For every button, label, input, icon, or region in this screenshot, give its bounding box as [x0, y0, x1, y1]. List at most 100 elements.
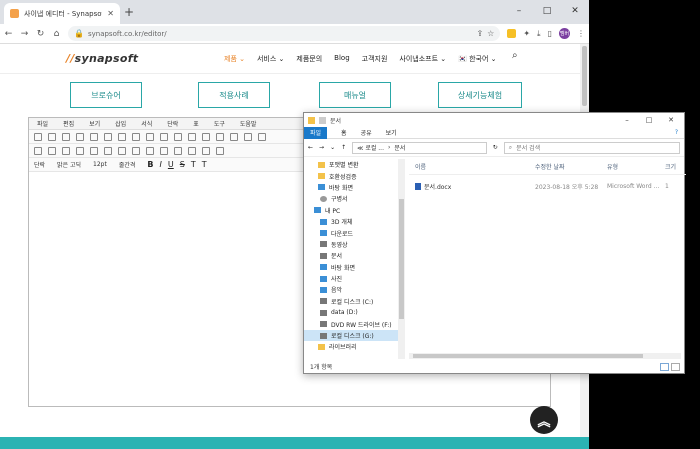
- scroll-to-top-button[interactable]: ︽: [530, 406, 558, 434]
- hscroll-thumb[interactable]: [413, 354, 643, 358]
- cases-button[interactable]: 적용사례: [198, 82, 270, 108]
- large-icons-view-icon[interactable]: [671, 363, 680, 371]
- preview-icon[interactable]: [104, 132, 112, 141]
- nav-item[interactable]: 로컬 디스크 (C:): [304, 296, 398, 307]
- feature-demo-button[interactable]: 상세기능체험: [438, 82, 522, 108]
- extension-icon[interactable]: [507, 29, 517, 38]
- nav-item[interactable]: 다운로드: [304, 227, 398, 238]
- indent-icon[interactable]: [146, 146, 154, 155]
- nav-item[interactable]: DVD RW 드라이브 (F:): [304, 318, 398, 329]
- outdent-icon[interactable]: [132, 146, 140, 155]
- underline-button[interactable]: U: [168, 160, 174, 169]
- col-date[interactable]: 수정한 날짜: [535, 162, 607, 171]
- home-icon[interactable]: ⌂: [52, 29, 61, 39]
- paragraph-style-select[interactable]: 단락: [34, 160, 51, 169]
- menu-paragraph[interactable]: 단락: [167, 119, 178, 128]
- open-icon[interactable]: [48, 132, 56, 141]
- nav-item[interactable]: 음악: [304, 284, 398, 295]
- nav-item[interactable]: 라이브러리: [304, 341, 398, 352]
- nav-item[interactable]: 바탕 화면: [304, 262, 398, 273]
- explorer-minimize-button[interactable]: –: [616, 113, 638, 126]
- nav-item[interactable]: 호환성검증: [304, 170, 398, 181]
- nav-scrollbar[interactable]: [398, 159, 405, 359]
- maximize-button[interactable]: □: [533, 0, 561, 22]
- explorer-forward-icon[interactable]: →: [319, 144, 324, 151]
- share-icon[interactable]: ⇪: [476, 29, 483, 38]
- profile-avatar[interactable]: 멤버: [559, 28, 570, 39]
- menu-help[interactable]: 도움말: [240, 119, 257, 128]
- download-icon[interactable]: ⤓: [537, 29, 541, 39]
- align-left-icon[interactable]: [76, 146, 84, 155]
- save-icon[interactable]: [62, 132, 70, 141]
- nav-scroll-thumb[interactable]: [399, 199, 404, 319]
- ribbon-tab-view[interactable]: 보기: [386, 128, 397, 137]
- align-center-icon[interactable]: [90, 146, 98, 155]
- explorer-maximize-button[interactable]: □: [638, 113, 660, 126]
- brochure-button[interactable]: 브로슈어: [70, 82, 142, 108]
- sidepanel-icon[interactable]: ▯: [548, 29, 552, 38]
- nav-services[interactable]: 서비스 ⌄: [257, 54, 284, 64]
- path-root[interactable]: ≪ 로컬 ...: [357, 143, 384, 152]
- close-button[interactable]: ✕: [561, 0, 589, 22]
- special-char-icon[interactable]: [258, 132, 266, 141]
- menu-edit[interactable]: 편집: [63, 119, 74, 128]
- menu-icon[interactable]: ⋮: [577, 29, 585, 38]
- file-row[interactable]: 문서.docx 2023-08-18 오후 5:28 Microsoft Wor…: [409, 180, 686, 192]
- bullet-list-icon[interactable]: [34, 146, 42, 155]
- table-icon[interactable]: [230, 132, 238, 141]
- menu-insert[interactable]: 삽입: [115, 119, 126, 128]
- synapsoft-logo[interactable]: //synapsoft: [66, 52, 138, 65]
- nav-item[interactable]: 구병서: [304, 193, 398, 204]
- template-icon[interactable]: [76, 132, 84, 141]
- find-icon[interactable]: [202, 132, 210, 141]
- numbered-list-icon[interactable]: [48, 146, 56, 155]
- nav-item[interactable]: 바탕 화면: [304, 182, 398, 193]
- nav-item[interactable]: 포맷별 변환: [304, 159, 398, 170]
- nav-item[interactable]: 3D 개체: [304, 216, 398, 227]
- multilevel-list-icon[interactable]: [62, 146, 70, 155]
- path-current[interactable]: 문서: [394, 143, 405, 152]
- menu-format[interactable]: 서식: [141, 119, 152, 128]
- bold-button[interactable]: B: [147, 160, 153, 169]
- italic-button[interactable]: I: [160, 160, 162, 169]
- nav-language[interactable]: 🇰🇷 한국어 ⌄: [458, 54, 496, 64]
- bookmark-icon[interactable]: [188, 146, 196, 155]
- paste-icon[interactable]: [174, 132, 182, 141]
- chart-icon[interactable]: [216, 146, 224, 155]
- format-paint-icon[interactable]: [188, 132, 196, 141]
- nav-item[interactable]: 사진: [304, 273, 398, 284]
- explorer-close-button[interactable]: ✕: [660, 113, 682, 126]
- tab-close-icon[interactable]: ✕: [107, 9, 114, 18]
- explorer-search-input[interactable]: ⌕ 문서 검색: [503, 141, 680, 154]
- line-icon[interactable]: [160, 146, 168, 155]
- explorer-recent-icon[interactable]: ⌄: [330, 144, 335, 151]
- align-right-icon[interactable]: [104, 146, 112, 155]
- explorer-up-icon[interactable]: ↑: [341, 144, 346, 151]
- nav-item[interactable]: 내 PC: [304, 205, 398, 216]
- ribbon-tab-share[interactable]: 공유: [361, 128, 372, 137]
- explorer-refresh-icon[interactable]: ↻: [493, 144, 498, 151]
- unlink-icon[interactable]: [174, 146, 182, 155]
- link-icon[interactable]: [244, 132, 252, 141]
- file-list-hscrollbar[interactable]: [409, 353, 681, 359]
- nav-item[interactable]: 문서: [304, 250, 398, 261]
- nav-support[interactable]: 고객지원: [362, 54, 388, 64]
- bookmark-star-icon[interactable]: ☆: [487, 29, 494, 38]
- nav-products[interactable]: 제품 ⌄: [224, 54, 245, 64]
- menu-table[interactable]: 표: [193, 119, 199, 128]
- menu-file[interactable]: 파일: [37, 119, 48, 128]
- nav-blog[interactable]: Blog: [334, 54, 349, 64]
- nav-inquiry[interactable]: 제품문의: [296, 54, 322, 64]
- reload-icon[interactable]: ↻: [36, 29, 45, 39]
- quick-access-icon[interactable]: [319, 116, 326, 124]
- nav-item[interactable]: 로컬 디스크 (G:): [304, 329, 398, 342]
- nav-item[interactable]: 동영상: [304, 239, 398, 250]
- minimize-button[interactable]: –: [505, 0, 533, 22]
- explorer-path-box[interactable]: ≪ 로컬 ... › 문서: [352, 141, 487, 154]
- nav-item[interactable]: data (D:): [304, 307, 398, 318]
- undo-icon[interactable]: [118, 132, 126, 141]
- col-name[interactable]: 이름: [409, 162, 535, 171]
- cut-icon[interactable]: [160, 132, 168, 141]
- print-icon[interactable]: [90, 132, 98, 141]
- new-doc-icon[interactable]: [34, 132, 42, 141]
